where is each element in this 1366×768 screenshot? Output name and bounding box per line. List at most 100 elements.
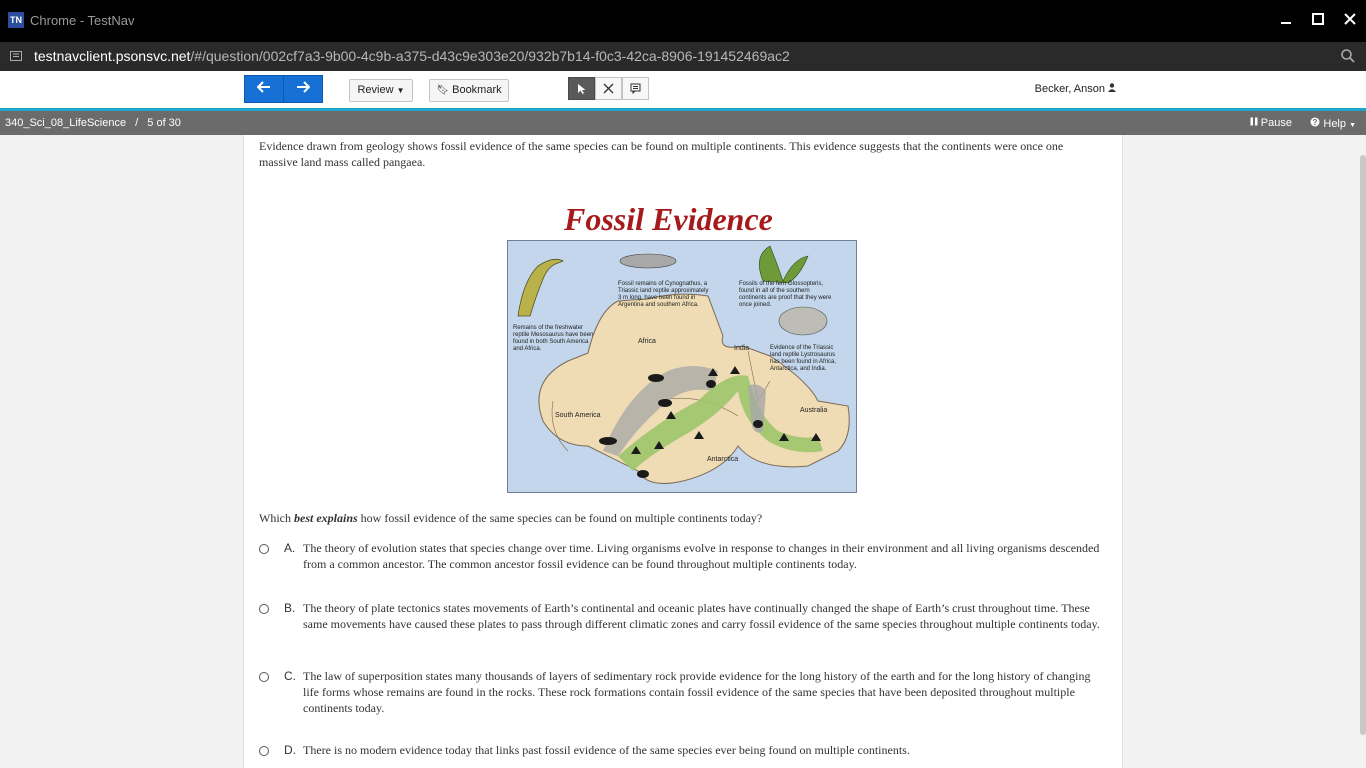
choice-text: There is no modern evidence today that l… — [303, 743, 910, 757]
map-note-lystrosaurus-4: Antarctica, and India. — [770, 366, 827, 372]
choice-letter: B. — [284, 601, 296, 615]
user-name: Becker, Anson — [1034, 83, 1105, 95]
help-button[interactable]: ? Help ▼ — [1310, 117, 1356, 130]
test-name: 340_Sci_08_LifeScience — [5, 117, 127, 129]
map-label-antarctica: Antarctica — [707, 456, 738, 463]
map-label-australia: Australia — [800, 407, 827, 414]
caret-down-icon: ▼ — [396, 86, 405, 95]
review-button[interactable]: Review ▼ — [349, 79, 413, 102]
mesosaurus-illustration — [517, 258, 564, 317]
map-label-south-america: South America — [555, 412, 601, 419]
map-note-lystrosaurus-3: has been found in Africa, — [770, 359, 836, 365]
separator: / — [135, 117, 139, 129]
lystrosaurus-illustration — [778, 306, 828, 336]
choice-letter: D. — [284, 743, 296, 757]
question-position: 5 of 30 — [147, 117, 181, 129]
notepad-icon — [630, 83, 641, 94]
help-label: Help — [1323, 118, 1346, 130]
testnav-logo-icon: TN — [8, 12, 24, 28]
help-icon: ? — [1310, 117, 1320, 127]
svg-text:Remains of the freshwater: Remains of the freshwater reptile Mesosa… — [513, 325, 595, 352]
minimize-icon[interactable] — [1274, 8, 1298, 34]
map-note-glossopteris-4: once joined. — [739, 302, 772, 308]
svg-text:Evidence of the Triassic: Evidence of the Triassic land reptile Ly… — [770, 345, 838, 372]
map-note-glossopteris-2: found in all of the southern — [739, 288, 810, 294]
map-note-lystrosaurus-1: Evidence of the Triassic — [770, 345, 833, 351]
choice-text: The theory of plate tectonics states mov… — [303, 601, 1100, 631]
question-prompt: Which best explains how fossil evidence … — [259, 511, 762, 526]
close-icon[interactable] — [1338, 8, 1362, 34]
search-icon[interactable] — [1340, 48, 1356, 64]
url-path: /#/question/002cf7a3-9b00-4c9b-a375-d43c… — [190, 48, 790, 64]
answer-choice-b[interactable]: B. The theory of plate tectonics states … — [259, 599, 1104, 639]
answer-eliminator-tool[interactable] — [595, 77, 622, 100]
radio-button[interactable] — [259, 544, 269, 554]
prompt-emphasis: best explains — [294, 511, 358, 525]
choice-text: The theory of evolution states that spec… — [303, 541, 1100, 571]
window-title: Chrome - TestNav — [30, 13, 135, 28]
map-note-cynognathus-2: Triassic land reptile approximately — [618, 288, 708, 294]
url-field[interactable]: testnavclient.psonsvc.net/#/question/002… — [34, 48, 790, 64]
figure-title: Fossil Evidence — [564, 201, 773, 237]
radio-button[interactable] — [259, 746, 269, 756]
maximize-icon[interactable] — [1306, 8, 1330, 34]
answer-choice-c[interactable]: C. The law of superposition states many … — [259, 667, 1104, 717]
url-host: testnavclient.psonsvc.net — [34, 48, 191, 64]
page-scrollbar[interactable] — [1360, 155, 1366, 735]
map-note-glossopteris-3: continents are proof that they were — [739, 295, 832, 301]
bookmark-button[interactable]: 🔖︎ Bookmark — [429, 79, 509, 102]
map-note-cynognathus-1: Fossil remains of Cynognathus, a — [618, 281, 708, 287]
map-label-india: India — [734, 345, 749, 352]
prompt-end: how fossil evidence of the same species … — [357, 511, 763, 525]
eliminator-icon — [603, 83, 614, 94]
pointer-icon — [577, 83, 585, 94]
status-bar: 340_Sci_08_LifeScience / 5 of 30 Pause ?… — [0, 111, 1366, 135]
choice-letter: A. — [284, 541, 296, 555]
pause-icon — [1250, 117, 1258, 126]
answer-choice-d[interactable]: D. There is no modern evidence today tha… — [259, 741, 1104, 761]
bookmark-icon: 🔖︎ — [436, 85, 450, 96]
notepad-tool[interactable] — [622, 77, 649, 100]
user-icon — [1108, 83, 1116, 92]
pause-button[interactable]: Pause — [1250, 117, 1292, 129]
window-titlebar: TN Chrome - TestNav — [0, 0, 1366, 42]
map-note-lystrosaurus-2: land reptile Lystrosaurus — [770, 352, 835, 358]
map-note-mesosaurus-3: found in both South America — [513, 339, 589, 345]
glossopteris-illustration — [758, 245, 809, 284]
map-note-cynognathus-3: 3 m long, have been found in — [618, 295, 695, 301]
test-progress: 340_Sci_08_LifeScience / 5 of 30 — [5, 117, 181, 129]
page-info-icon[interactable] — [10, 50, 22, 62]
svg-text:Fossil remains of Cynognathus,: Fossil remains of Cynognathus, a Triassi… — [618, 281, 710, 308]
next-button[interactable] — [283, 75, 323, 103]
pointer-tool[interactable] — [568, 77, 595, 100]
question-panel: Evidence drawn from geology shows fossil… — [243, 135, 1123, 768]
address-bar: testnavclient.psonsvc.net/#/question/002… — [0, 42, 1366, 71]
map-note-mesosaurus-4: and Africa. — [513, 346, 542, 352]
map-note-mesosaurus-1: Remains of the freshwater — [513, 325, 583, 331]
cynognathus-illustration — [619, 253, 677, 269]
map-note-glossopteris-1: Fossils of the fern Glossopteris, — [739, 281, 823, 287]
map-note-cynognathus-4: Argentina and southern Africa. — [618, 302, 699, 308]
passage-text: Evidence drawn from geology shows fossil… — [259, 139, 1064, 169]
svg-text:Fossils of the fern Glossopter: Fossils of the fern Glossopteris, found … — [739, 281, 833, 308]
arrow-left-icon — [256, 81, 270, 93]
svg-text:?: ? — [1313, 118, 1318, 127]
user-menu[interactable]: Becker, Anson — [1035, 83, 1116, 95]
radio-button[interactable] — [259, 604, 269, 614]
choice-letter: C. — [284, 669, 296, 683]
previous-button[interactable] — [244, 75, 284, 103]
answer-tools — [568, 77, 649, 100]
map-label-africa: Africa — [638, 338, 656, 345]
review-label: Review — [357, 84, 394, 96]
bookmark-label: Bookmark — [452, 84, 502, 96]
choice-text: The law of superposition states many tho… — [303, 669, 1091, 715]
prompt-start: Which — [259, 511, 294, 525]
map-note-mesosaurus-2: reptile Mesosaurus have been — [513, 332, 593, 338]
pangaea-fossil-map: Remains of the freshwater reptile Mesosa… — [507, 240, 857, 493]
answer-choice-a[interactable]: A. The theory of evolution states that s… — [259, 539, 1104, 579]
caret-down-icon: ▼ — [1349, 122, 1356, 129]
test-toolbar: Review ▼ 🔖︎ Bookmark Becker, Anson — [0, 71, 1366, 108]
pause-label: Pause — [1260, 117, 1292, 129]
radio-button[interactable] — [259, 672, 269, 682]
arrow-right-icon — [297, 81, 311, 93]
